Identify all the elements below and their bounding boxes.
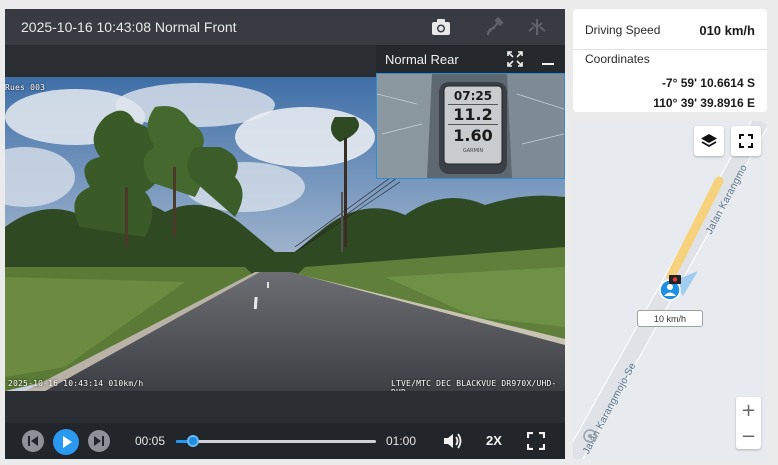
rear-camera-pip[interactable]: Normal Rear 07:25 11.2 1.60 GARMIN xyxy=(376,45,565,179)
volume-icon[interactable] xyxy=(442,430,464,452)
playback-controls: 00:05 01:00 2X xyxy=(5,423,565,459)
vehicle-speed-tag: 10 km/h xyxy=(637,310,703,327)
video-letterbox-bottom xyxy=(5,391,565,423)
satellite-icon[interactable] xyxy=(483,15,509,39)
gps-time: 07:25 xyxy=(453,89,493,103)
gps-speed: 11.2 xyxy=(448,104,498,125)
gps-device-display: 07:25 11.2 1.60 GARMIN xyxy=(445,87,501,163)
seek-thumb[interactable] xyxy=(186,435,199,447)
map-attribution-icon[interactable] xyxy=(583,429,597,443)
overlay-camera-id: Rues 003 xyxy=(5,83,46,92)
layers-icon[interactable] xyxy=(694,126,724,156)
map-fullscreen-icon[interactable] xyxy=(731,126,761,156)
dashcam-viewer: 2025-10-16 10:43:08 Normal Front Rues 00… xyxy=(0,0,778,465)
current-time: 00:05 xyxy=(135,434,166,448)
info-divider xyxy=(573,49,767,50)
driving-info-card: Driving Speed 010 km/h Coordinates -7° 5… xyxy=(573,9,767,112)
driving-speed-value: 010 km/h xyxy=(699,23,755,38)
overlay-timestamp: 2025-10-16 10:43:14 010km/h xyxy=(8,379,144,388)
playback-speed-button[interactable]: 2X xyxy=(486,433,502,448)
minimize-icon[interactable] xyxy=(539,50,557,68)
camera-marker-icon xyxy=(669,271,681,284)
map-view[interactable]: Jalan Karangmo Jalan Karangmojo-Se 10 km… xyxy=(573,121,767,459)
video-panel: 2025-10-16 10:43:08 Normal Front Rues 00… xyxy=(5,9,565,459)
coordinates-label: Coordinates xyxy=(585,52,650,66)
latitude-value: -7° 59' 10.6614 S xyxy=(661,76,755,90)
rear-camera-view: 07:25 11.2 1.60 GARMIN xyxy=(376,73,565,179)
driving-speed-label: Driving Speed xyxy=(585,23,661,37)
zoom-in-button[interactable]: + xyxy=(736,397,761,423)
signal-icon[interactable] xyxy=(524,15,550,39)
next-frame-button[interactable] xyxy=(87,429,111,453)
zoom-controls: + − xyxy=(736,397,761,449)
gps-brand: GARMIN xyxy=(462,148,484,154)
video-header: 2025-10-16 10:43:08 Normal Front xyxy=(5,9,565,45)
total-time: 01:00 xyxy=(386,434,417,448)
rear-camera-header: Normal Rear xyxy=(376,45,565,73)
previous-frame-button[interactable] xyxy=(21,429,45,453)
overlay-device-info: LTVE/MTC DEC BLACKVUE DR970X/UHD-DUD xyxy=(391,379,557,391)
longitude-value: 110° 39' 39.8916 E xyxy=(653,96,755,110)
fullscreen-icon[interactable] xyxy=(526,431,546,451)
zoom-out-button[interactable]: − xyxy=(736,423,761,449)
expand-icon[interactable] xyxy=(506,50,524,68)
rear-camera-title: Normal Rear xyxy=(385,52,459,67)
camera-icon[interactable] xyxy=(428,15,454,39)
video-title: 2025-10-16 10:43:08 Normal Front xyxy=(21,19,237,35)
seek-bar[interactable] xyxy=(176,440,376,443)
gps-distance: 1.60 xyxy=(453,126,493,145)
play-button[interactable] xyxy=(52,428,80,456)
